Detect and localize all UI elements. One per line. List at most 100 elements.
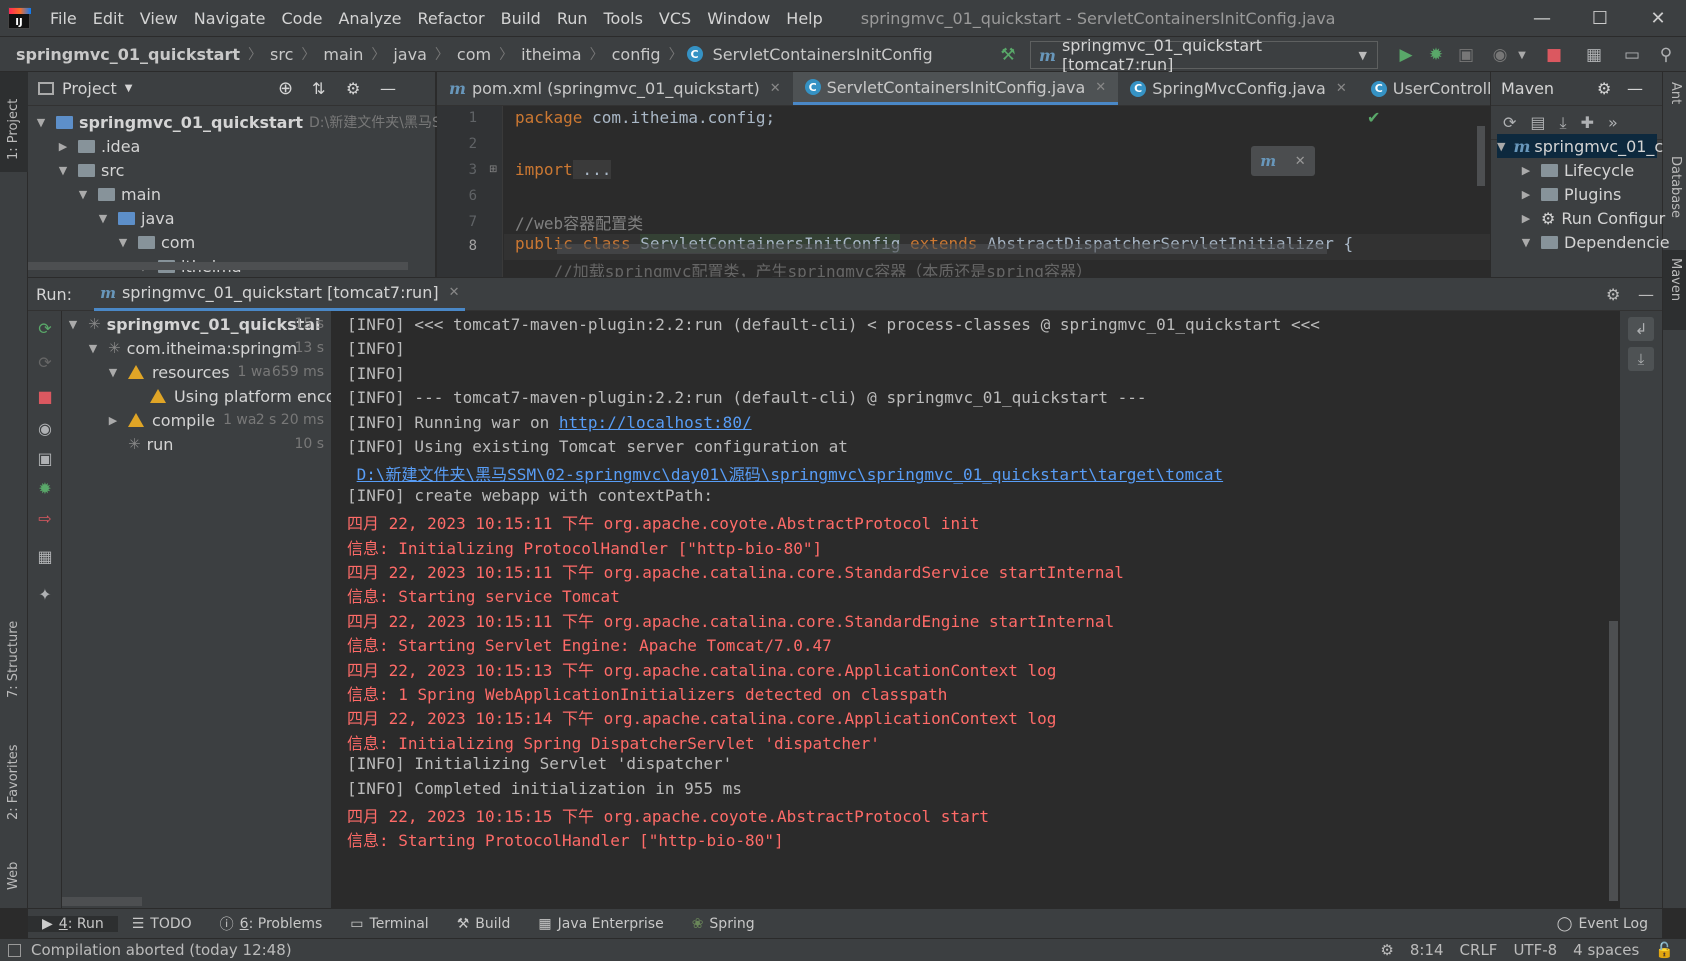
indent-setting[interactable]: 4 spaces — [1573, 941, 1639, 959]
soft-wrap-icon[interactable]: ↲ — [1628, 317, 1654, 341]
hide-icon[interactable]: — — [1627, 79, 1643, 98]
locate-icon[interactable]: ⊕ — [278, 78, 293, 99]
close-icon[interactable]: ✕ — [770, 81, 781, 96]
breadcrumb-item[interactable]: src — [266, 45, 297, 64]
stop-icon[interactable]: ■ — [34, 385, 56, 407]
more-icon[interactable]: » — [1608, 113, 1618, 132]
maven-tree-dependencies[interactable]: ▼ Dependencie — [1519, 230, 1670, 254]
structure-tool-window-button[interactable]: 7: Structure — [6, 608, 21, 698]
eye-icon[interactable]: ◉ — [34, 417, 56, 439]
tab-pom-xml[interactable]: m pom.xml (springmvc_01_quickstart) ✕ — [437, 72, 793, 105]
favorites-tool-window-button[interactable]: 2: Favorites — [6, 730, 21, 820]
minimize-button[interactable]: — — [1514, 0, 1570, 36]
debug-icon[interactable]: ✹ — [1426, 45, 1446, 65]
tree-item-src[interactable]: ▼ src — [56, 158, 125, 182]
run-configuration-select[interactable]: m springmvc_01_quickstart [tomcat7:run] … — [1030, 36, 1378, 74]
camera-icon[interactable]: ▣ — [34, 447, 56, 469]
tree-item-idea[interactable]: ▶ .idea — [56, 134, 141, 158]
breadcrumb-item[interactable]: config — [608, 45, 665, 64]
project-structure-icon[interactable]: ▦ — [1584, 45, 1604, 65]
maven-reload-popup[interactable]: m ✕ — [1251, 146, 1315, 176]
run-tree-item[interactable]: ▼ ✳ com.itheima:springm 13 s — [86, 336, 331, 360]
menu-analyze[interactable]: Analyze — [330, 9, 409, 28]
menu-window[interactable]: Window — [699, 9, 778, 28]
tab-build[interactable]: ⚒ Build — [443, 916, 525, 932]
build-hammer-icon[interactable]: ⚒ — [998, 45, 1018, 65]
file-encoding[interactable]: UTF-8 — [1513, 941, 1557, 959]
menu-build[interactable]: Build — [493, 9, 549, 28]
breadcrumb-item[interactable]: com — [453, 45, 495, 64]
layout-icon[interactable]: ▦ — [34, 545, 56, 567]
gear-icon[interactable]: ⚙ — [1597, 79, 1611, 98]
breadcrumb-item[interactable]: java — [389, 45, 431, 64]
tab-run[interactable]: ▶ 4: Run — [28, 915, 118, 932]
menu-vcs[interactable]: VCS — [651, 9, 699, 28]
database-tool-window-button[interactable]: Database — [1668, 156, 1683, 236]
collapse-all-icon[interactable]: ⇅ — [312, 79, 325, 98]
profile-icon[interactable]: ◉ — [1490, 45, 1510, 65]
tab-servletcontainersinitconfig[interactable]: C ServletContainersInitConfig.java ✕ — [792, 72, 1119, 105]
run-icon[interactable]: ▶ — [1396, 45, 1416, 65]
project-tool-window-button[interactable]: 1: Project — [6, 80, 21, 160]
tab-event-log[interactable]: ◯ Event Log — [1543, 916, 1662, 932]
chevron-down-icon[interactable]: ▼ — [1512, 45, 1532, 65]
maximize-button[interactable]: ☐ — [1572, 0, 1628, 36]
fold-icon[interactable]: ⊞ — [489, 164, 497, 175]
run-tree-item-resources[interactable]: ▼ resources 1 wa 659 ms — [106, 360, 331, 384]
maven-tool-window-button[interactable]: Maven — [1668, 258, 1683, 318]
close-icon[interactable]: ✕ — [1295, 154, 1306, 169]
horizontal-scrollbar[interactable] — [28, 262, 408, 270]
maven-tree-run-configurations[interactable]: ▶ ⚙ Run Configur — [1519, 206, 1665, 230]
status-message[interactable]: Compilation aborted (today 12:48) — [31, 941, 292, 959]
gear-icon[interactable]: ⚙ — [346, 79, 360, 98]
horizontal-scrollbar[interactable] — [62, 897, 142, 906]
reload-icon[interactable]: ⟳ — [1503, 113, 1516, 132]
menu-file[interactable]: File — [42, 9, 85, 28]
close-window-button[interactable]: ✕ — [1630, 0, 1686, 36]
horizontal-scrollbar[interactable] — [557, 244, 1327, 254]
code-editor[interactable]: 1 2 3 6 7 8 ⊞ package com.itheima.config… — [437, 106, 1490, 277]
tree-item-main[interactable]: ▼ main — [76, 182, 161, 206]
console-link[interactable]: D:\新建文件夹\黑马SSM\02-springmvc\day01\源码\spr… — [357, 465, 1223, 484]
gear-icon[interactable]: ⚙ — [1606, 285, 1620, 304]
search-icon[interactable]: ⚲ — [1656, 45, 1676, 65]
menu-refactor[interactable]: Refactor — [410, 9, 493, 28]
tab-todo[interactable]: ☰ TODO — [118, 916, 206, 932]
close-icon[interactable]: ✕ — [1095, 80, 1106, 95]
breadcrumb-item[interactable]: itheima — [517, 45, 586, 64]
background-tasks-icon[interactable]: ⚙ — [1380, 941, 1393, 959]
breadcrumb-item[interactable]: main — [319, 45, 367, 64]
coverage-icon[interactable]: ▣ — [1456, 45, 1476, 65]
breadcrumb-item[interactable]: ServletContainersInitConfig — [709, 45, 937, 64]
toggle-tool-windows-icon[interactable] — [8, 943, 21, 957]
tree-item-java[interactable]: ▼ java — [96, 206, 175, 230]
web-tool-window-button[interactable]: Web — [6, 850, 21, 890]
tree-item-com[interactable]: ▼ com — [116, 230, 195, 254]
tab-springmvcconfig[interactable]: C SpringMvcConfig.java ✕ — [1118, 72, 1359, 105]
download-icon[interactable]: ⤓ — [1560, 113, 1567, 133]
tab-problems[interactable]: ⓘ 6: Problems — [206, 914, 337, 934]
terminal-icon[interactable]: ▭ — [1622, 45, 1642, 65]
console-link[interactable]: http://localhost:80/ — [559, 413, 752, 432]
console-output[interactable]: [INFO] <<< tomcat7-maven-plugin:2.2:run … — [332, 311, 1620, 908]
ant-tool-window-button[interactable]: Ant — [1668, 82, 1683, 122]
breadcrumb-item[interactable]: springmvc_01_quickstart — [12, 45, 244, 64]
menu-code[interactable]: Code — [274, 9, 331, 28]
tab-terminal[interactable]: ▭ Terminal — [336, 916, 442, 932]
lock-icon[interactable]: 🔓 — [1655, 941, 1674, 959]
exit-icon[interactable]: ⇨ — [34, 507, 56, 529]
vertical-scrollbar[interactable] — [1477, 126, 1485, 186]
hide-icon[interactable]: — — [380, 79, 396, 98]
run-tree-item-warning[interactable]: Using platform enco — [150, 384, 331, 408]
tab-spring[interactable]: ❀ Spring — [678, 916, 769, 932]
menu-run[interactable]: Run — [549, 9, 596, 28]
add-icon[interactable]: ✚ — [1581, 113, 1594, 132]
rerun-icon[interactable]: ⟳ — [34, 317, 56, 339]
chevron-down-icon[interactable]: ▼ — [125, 83, 133, 94]
run-tree-item-run[interactable]: ✳ run 10 s — [128, 432, 331, 456]
vertical-scrollbar[interactable] — [1609, 621, 1618, 901]
run-tree-item-compile[interactable]: ▶ compile 1 wa 2 s 20 ms — [106, 408, 331, 432]
close-icon[interactable]: ✕ — [449, 285, 460, 300]
close-icon[interactable]: ✕ — [1336, 81, 1347, 96]
maven-tree-lifecycle[interactable]: ▶ Lifecycle — [1519, 158, 1634, 182]
